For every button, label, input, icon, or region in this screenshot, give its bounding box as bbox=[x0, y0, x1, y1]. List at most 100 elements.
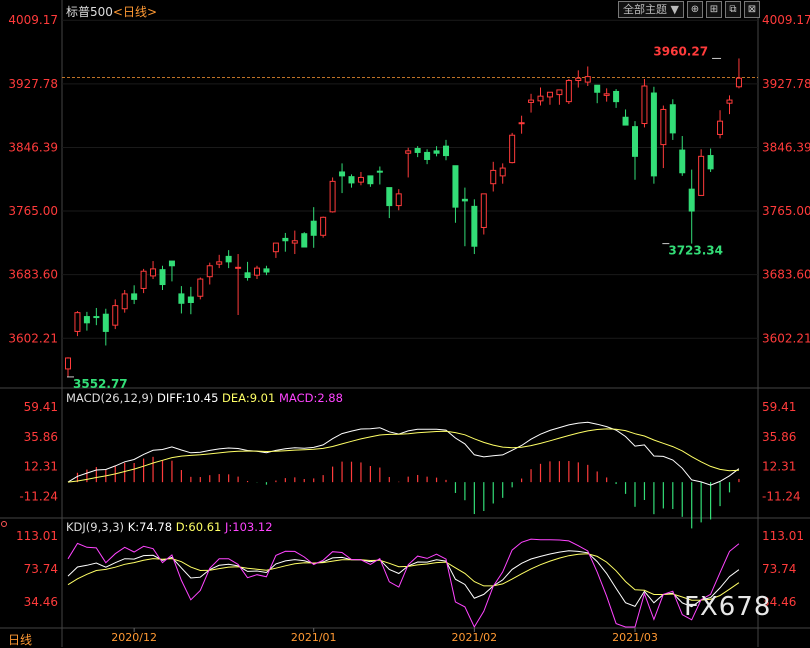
x-tick-label: 2021/02 bbox=[451, 631, 497, 644]
close-icon[interactable]: ⊠ bbox=[743, 1, 760, 18]
candle-body bbox=[329, 180, 336, 213]
kdj-panel bbox=[67, 538, 740, 629]
price-ytick-left: 3602.21 bbox=[8, 331, 58, 345]
candle-body bbox=[565, 80, 572, 103]
candle-body bbox=[641, 85, 648, 125]
chevron-down-icon: ▼ bbox=[670, 3, 679, 16]
theme-dropdown[interactable]: 全部主题 ▼ bbox=[618, 1, 684, 18]
candle-body bbox=[301, 233, 308, 248]
candle-body bbox=[443, 145, 449, 157]
candle-body bbox=[282, 237, 289, 242]
price-ytick-right: 4009.17 bbox=[762, 13, 810, 27]
macd-panel bbox=[67, 421, 740, 529]
candle-body bbox=[112, 305, 119, 326]
candle-body bbox=[717, 120, 724, 135]
kdj-legend-title: KDJ(9,3,3) bbox=[66, 520, 125, 534]
macd-legend-diff: DIFF:10.45 bbox=[157, 391, 219, 405]
candle-body bbox=[622, 116, 629, 126]
candle-body bbox=[698, 155, 705, 196]
candle-body bbox=[216, 261, 223, 265]
grid-icon[interactable]: ⊞ bbox=[705, 1, 722, 18]
candle-body bbox=[471, 205, 478, 247]
candle-body bbox=[272, 242, 279, 253]
kdj-legend-k: K:74.78 bbox=[127, 520, 173, 534]
crosshair-icon[interactable]: ⊕ bbox=[686, 1, 703, 18]
candle-body bbox=[537, 95, 544, 102]
macd-ytick-right: 35.86 bbox=[762, 430, 796, 444]
kdj-legend-j: J:103.12 bbox=[225, 520, 273, 534]
kdj-ytick-left: 113.01 bbox=[16, 529, 58, 543]
candle-body bbox=[348, 176, 355, 184]
period-tab[interactable]: 日线 bbox=[8, 631, 32, 648]
candle-body bbox=[93, 316, 100, 319]
candle-body bbox=[263, 268, 270, 273]
candle-body bbox=[603, 93, 610, 96]
macd-ytick-left: 35.86 bbox=[24, 430, 58, 444]
candle-body bbox=[424, 151, 431, 160]
candle-body bbox=[556, 89, 563, 96]
candle-body bbox=[102, 313, 109, 332]
candle-body bbox=[131, 293, 138, 300]
candle-body bbox=[357, 176, 364, 183]
price-ytick-right: 3683.60 bbox=[762, 268, 810, 282]
macd-ytick-right: 12.31 bbox=[762, 460, 796, 474]
candle-body bbox=[509, 134, 516, 164]
kdj-ytick-left: 34.46 bbox=[24, 595, 58, 609]
candle-body bbox=[499, 167, 506, 177]
candle-body bbox=[74, 312, 81, 332]
candle-body bbox=[660, 108, 667, 146]
annotation-low-label: 3552.77 bbox=[73, 377, 128, 391]
price-ytick-right: 3765.00 bbox=[762, 204, 810, 218]
x-tick-label: 2021/03 bbox=[612, 631, 658, 644]
candle-body bbox=[235, 266, 242, 269]
candle-body bbox=[518, 122, 525, 125]
macd-ytick-left: -11.24 bbox=[19, 489, 58, 503]
candle-body bbox=[291, 240, 298, 244]
candle-body bbox=[452, 165, 459, 208]
candle-body bbox=[83, 316, 90, 324]
candle-body bbox=[414, 148, 421, 153]
candle-body bbox=[168, 260, 175, 267]
price-ytick-left: 3846.39 bbox=[8, 140, 58, 154]
candle-body bbox=[405, 150, 412, 154]
candle-body bbox=[726, 99, 733, 104]
candle-body bbox=[376, 170, 383, 173]
candle-body bbox=[386, 187, 393, 207]
period-label: <日线> bbox=[112, 5, 158, 19]
annotation-high-label: 3960.27 bbox=[653, 44, 708, 58]
candle-body bbox=[159, 269, 166, 286]
candle-body bbox=[613, 90, 620, 103]
candle-body bbox=[178, 293, 185, 304]
candle-body bbox=[584, 76, 591, 83]
candle-body bbox=[480, 193, 487, 228]
candle-body bbox=[206, 265, 213, 278]
macd-legend-macd: MACD:2.88 bbox=[278, 391, 343, 405]
macd-ytick-left: 59.41 bbox=[24, 400, 58, 414]
price-ytick-right: 3927.78 bbox=[762, 77, 810, 91]
instrument-name: 标普500 bbox=[66, 5, 113, 19]
chart-canvas: 3960.27 3723.34 3552.77 4009.17 4009.17 3927… bbox=[0, 0, 810, 647]
candle-body bbox=[121, 293, 128, 310]
price-panel: 3960.27 3723.34 3552.77 bbox=[62, 19, 758, 391]
candle-body bbox=[244, 272, 251, 278]
macd-ytick-right: -11.24 bbox=[762, 489, 801, 503]
candle-body bbox=[632, 126, 638, 157]
watermark: FX678 bbox=[684, 592, 772, 622]
candle-body bbox=[65, 357, 71, 370]
split-icon[interactable]: ⧉ bbox=[724, 1, 741, 18]
macd-dea-line bbox=[67, 428, 739, 483]
theme-label: 全部主题 bbox=[623, 3, 667, 16]
price-ytick-left: 4009.17 bbox=[8, 13, 58, 27]
annotation-low-label: 3723.34 bbox=[668, 244, 723, 258]
kdj-ytick-right: 73.74 bbox=[762, 562, 796, 576]
candle-body bbox=[339, 171, 346, 177]
candle-body bbox=[254, 267, 260, 276]
price-ytick-right: 3602.21 bbox=[762, 331, 810, 345]
candle-body bbox=[320, 216, 327, 236]
price-ytick-left: 3927.78 bbox=[8, 77, 58, 91]
candle-body bbox=[688, 188, 695, 212]
candle-body bbox=[594, 84, 601, 93]
candle-body bbox=[310, 220, 317, 236]
candle-body bbox=[707, 155, 714, 170]
price-ytick-left: 3683.60 bbox=[8, 268, 58, 282]
